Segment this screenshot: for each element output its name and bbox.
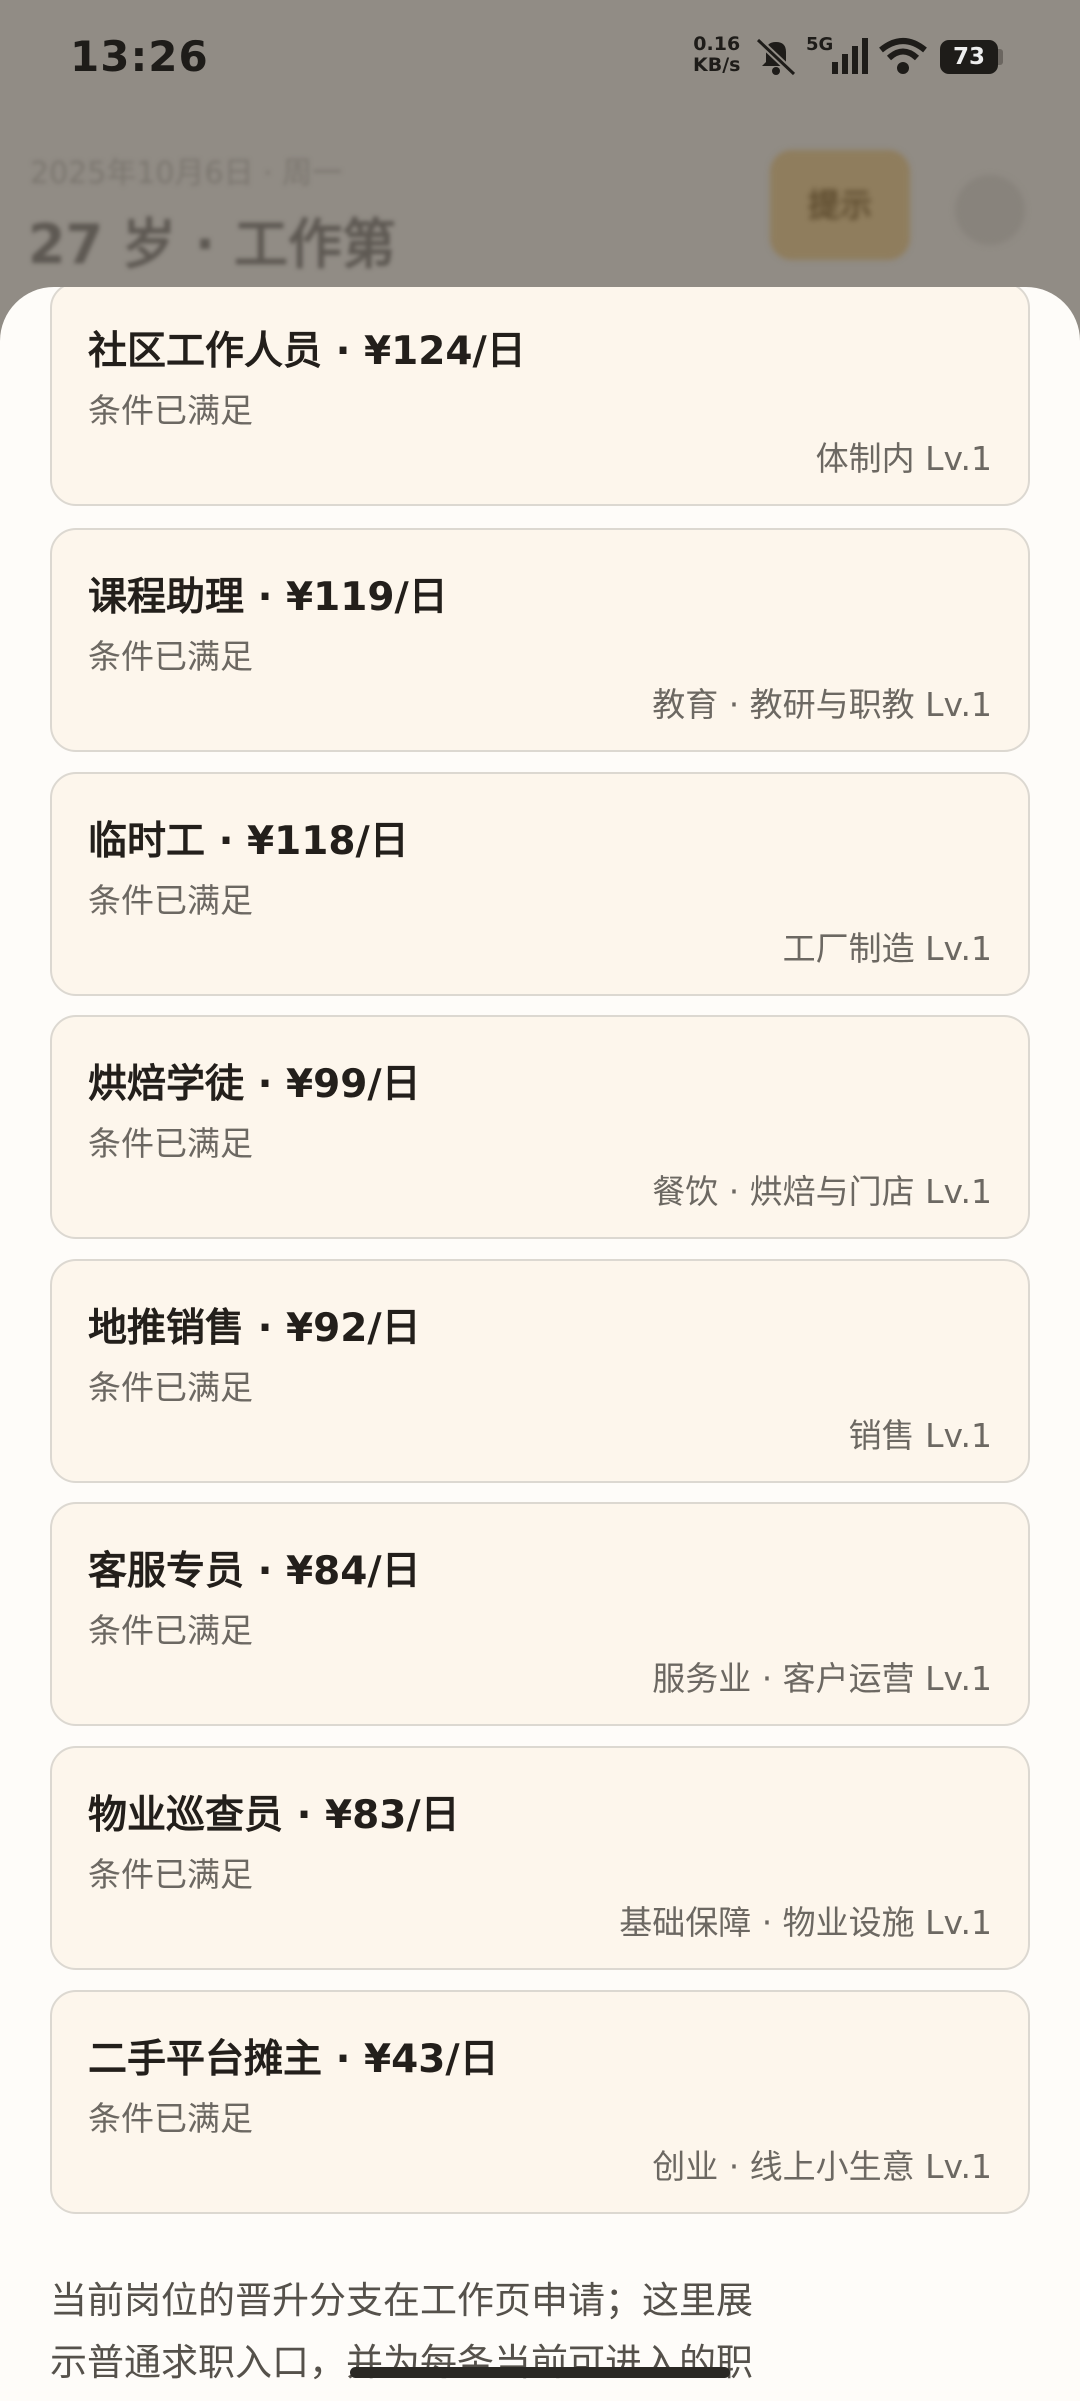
status-time: 13:26 bbox=[70, 32, 209, 81]
job-list-sheet[interactable]: 社区工作人员 · ¥124/日 条件已满足 体制内 Lv.1 课程助理 · ¥1… bbox=[0, 287, 1080, 2401]
job-status: 条件已满足 bbox=[88, 1124, 253, 1163]
background-date: 2025年10月6日 · 周一 bbox=[30, 156, 343, 191]
background-settings-icon bbox=[955, 175, 1025, 245]
wifi-icon bbox=[879, 38, 927, 74]
status-bar: 13:26 0.16 KB/s 5G 73 bbox=[0, 0, 1080, 120]
job-card[interactable]: 临时工 · ¥118/日 条件已满足 工厂制造 Lv.1 bbox=[50, 772, 1030, 996]
net-speed: 0.16 KB/s bbox=[693, 33, 741, 76]
job-title: 课程助理 · ¥119/日 bbox=[88, 575, 448, 620]
job-card[interactable]: 物业巡查员 · ¥83/日 条件已满足 基础保障 · 物业设施 Lv.1 bbox=[50, 1746, 1030, 1970]
job-track: 创业 · 线上小生意 Lv.1 bbox=[652, 2147, 992, 2186]
signal-icon bbox=[832, 38, 868, 74]
background-title: 27 岁 · 工作第 bbox=[28, 213, 397, 276]
job-title: 社区工作人员 · ¥124/日 bbox=[88, 329, 526, 374]
job-title: 物业巡查员 · ¥83/日 bbox=[88, 1793, 460, 1838]
home-indicator[interactable] bbox=[350, 2367, 730, 2378]
job-status: 条件已满足 bbox=[88, 637, 253, 676]
job-title: 烘焙学徒 · ¥99/日 bbox=[88, 1062, 421, 1107]
job-status: 条件已满足 bbox=[88, 881, 253, 920]
job-status: 条件已满足 bbox=[88, 391, 253, 430]
job-card[interactable]: 烘焙学徒 · ¥99/日 条件已满足 餐饮 · 烘焙与门店 Lv.1 bbox=[50, 1015, 1030, 1239]
job-title: 临时工 · ¥118/日 bbox=[88, 819, 409, 864]
job-track: 销售 Lv.1 bbox=[848, 1416, 992, 1455]
job-track: 餐饮 · 烘焙与门店 Lv.1 bbox=[652, 1172, 992, 1211]
job-status: 条件已满足 bbox=[88, 2099, 253, 2138]
battery-icon: 73 bbox=[940, 40, 998, 74]
job-card[interactable]: 社区工作人员 · ¥124/日 条件已满足 体制内 Lv.1 bbox=[50, 287, 1030, 506]
job-status: 条件已满足 bbox=[88, 1368, 253, 1407]
job-status: 条件已满足 bbox=[88, 1855, 253, 1894]
mute-icon bbox=[755, 37, 797, 77]
job-card[interactable]: 二手平台摊主 · ¥43/日 条件已满足 创业 · 线上小生意 Lv.1 bbox=[50, 1990, 1030, 2214]
job-card[interactable]: 客服专员 · ¥84/日 条件已满足 服务业 · 客户运营 Lv.1 bbox=[50, 1502, 1030, 1726]
job-track: 工厂制造 Lv.1 bbox=[782, 929, 992, 968]
job-card[interactable]: 课程助理 · ¥119/日 条件已满足 教育 · 教研与职教 Lv.1 bbox=[50, 528, 1030, 752]
job-title: 地推销售 · ¥92/日 bbox=[88, 1306, 421, 1351]
job-status: 条件已满足 bbox=[88, 1611, 253, 1650]
job-track: 体制内 Lv.1 bbox=[815, 439, 992, 478]
job-track: 基础保障 · 物业设施 Lv.1 bbox=[619, 1903, 992, 1942]
background-chip: 提示 bbox=[770, 150, 910, 260]
battery-tip bbox=[998, 49, 1003, 65]
job-track: 服务业 · 客户运营 Lv.1 bbox=[652, 1659, 992, 1698]
job-track: 教育 · 教研与职教 Lv.1 bbox=[652, 685, 992, 724]
job-title: 客服专员 · ¥84/日 bbox=[88, 1549, 421, 1594]
job-card[interactable]: 地推销售 · ¥92/日 条件已满足 销售 Lv.1 bbox=[50, 1259, 1030, 1483]
job-title: 二手平台摊主 · ¥43/日 bbox=[88, 2037, 499, 2082]
